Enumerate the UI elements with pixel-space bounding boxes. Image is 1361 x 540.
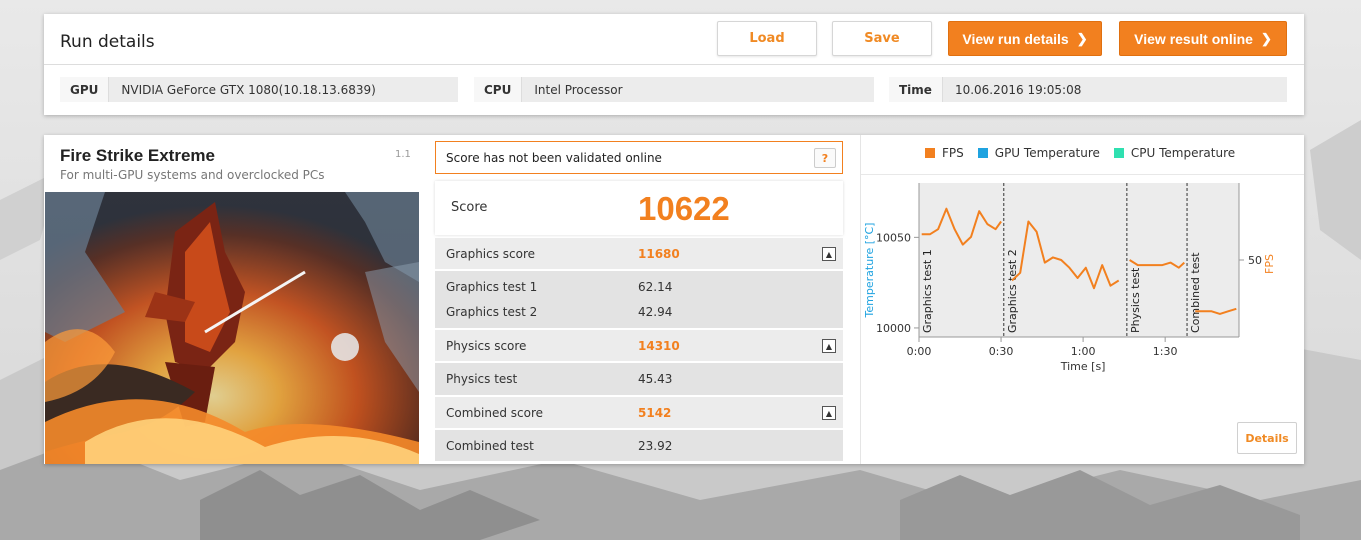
benchmark-version: 1.1 [395, 149, 411, 160]
monitoring-chart: 0:00 0:30 1:00 1:30 10050 10000 50 Time [s] Temp… [863, 183, 1276, 373]
legend-fps[interactable]: FPS [925, 146, 964, 160]
legend-swatch-gpu [977, 148, 988, 158]
x-tick-label: 0:30 [989, 345, 1014, 358]
legend-swatch-fps [925, 148, 935, 158]
gpu-value: NVIDIA GeForce GTX 1080(10.18.13.6839) [121, 82, 376, 97]
time-label: Time [889, 77, 943, 102]
gpu-info: GPU NVIDIA GeForce GTX 1080(10.18.13.683… [60, 77, 458, 102]
segment-label: Graphics test 1 [921, 249, 934, 333]
help-button[interactable]: ? [814, 148, 836, 168]
legend-fps-label: FPS [942, 146, 964, 160]
segment-label: Physics test [1129, 267, 1142, 333]
chevron-right-icon: ❯ [1076, 30, 1088, 46]
collapse-icon[interactable]: ▲ [822, 406, 836, 420]
benchmark-title: Fire Strike Extreme [60, 146, 215, 165]
benchmark-artwork-image [45, 192, 419, 464]
validation-notice: Score has not been validated online ? [435, 141, 843, 174]
benchmark-panel: Fire Strike Extreme For multi-GPU system… [44, 135, 1304, 464]
x-tick-label: 1:30 [1153, 345, 1178, 358]
graphics-score-value: 11680 [638, 247, 680, 261]
graphics-tests: Graphics test 1 62.14 Graphics test 2 42… [435, 271, 843, 328]
time-value: 10.06.2016 19:05:08 [954, 82, 1082, 97]
physics-score-row[interactable]: Physics score 14310 ▲ [435, 330, 843, 361]
graphics-test-1-label: Graphics test 1 [446, 280, 538, 294]
monitoring-column: FPS GPU Temperature CPU Temperature 0:00… [860, 135, 1304, 464]
physics-test-value: 45.43 [638, 372, 673, 386]
total-score-box: Score 10622 [435, 181, 843, 235]
run-details-title: Run details [60, 32, 155, 52]
validation-text: Score has not been validated online [446, 150, 662, 165]
physics-tests: Physics test 45.43 [435, 363, 843, 395]
run-details-panel: Run details Load Save View run details ❯… [44, 14, 1304, 115]
y-axis-label: Temperature [°C] [863, 223, 876, 319]
x-axis-label: Time [s] [1060, 360, 1106, 373]
physics-score-label: Physics score [446, 339, 527, 353]
cpu-info: CPU Intel Processor [474, 77, 874, 102]
load-button[interactable]: Load [717, 21, 817, 56]
legend-cpu-temperature[interactable]: CPU Temperature [1113, 146, 1236, 160]
combined-test-label: Combined test [446, 439, 534, 453]
graphics-score-row[interactable]: Graphics score 11680 ▲ [435, 238, 843, 269]
legend-cpu-label: CPU Temperature [1130, 146, 1236, 160]
collapse-icon[interactable]: ▲ [822, 247, 836, 261]
collapse-icon[interactable]: ▲ [822, 339, 836, 353]
view-result-online-button[interactable]: View result online ❯ [1119, 21, 1287, 56]
chart-legend: FPS GPU Temperature CPU Temperature [925, 146, 1235, 160]
cpu-label: CPU [474, 77, 523, 102]
x-tick-label: 1:00 [1071, 345, 1096, 358]
details-button[interactable]: Details [1237, 422, 1297, 454]
segment-label: Combined test [1189, 252, 1202, 333]
cpu-value: Intel Processor [534, 82, 623, 97]
view-run-details-label: View run details [962, 30, 1069, 47]
y-tick-label: 10000 [876, 322, 911, 335]
graphics-test-2-label: Graphics test 2 [446, 305, 538, 319]
physics-test-label: Physics test [446, 372, 518, 386]
legend-swatch-cpu [1113, 148, 1124, 158]
segment-label: Graphics test 2 [1006, 249, 1019, 333]
view-result-online-label: View result online [1134, 30, 1253, 47]
score-value: 10622 [638, 190, 730, 227]
legend-gpu-temperature[interactable]: GPU Temperature [977, 146, 1100, 160]
benchmark-subtitle: For multi-GPU systems and overclocked PC… [60, 168, 325, 182]
y-tick-label: 10050 [876, 231, 911, 244]
score-label: Score [451, 200, 488, 215]
run-divider [44, 64, 1304, 65]
view-run-details-button[interactable]: View run details ❯ [948, 21, 1102, 56]
gpu-label: GPU [60, 77, 110, 102]
combined-tests: Combined test 23.92 [435, 430, 843, 461]
combined-score-label: Combined score [446, 406, 544, 420]
physics-score-value: 14310 [638, 339, 680, 353]
graphics-test-2-value: 42.94 [638, 305, 673, 319]
combined-test-value: 23.92 [638, 439, 673, 453]
y2-axis-label: FPS [1263, 254, 1276, 274]
x-tick-label: 0:00 [907, 345, 932, 358]
y2-tick-label: 50 [1248, 254, 1262, 267]
combined-score-row[interactable]: Combined score 5142 ▲ [435, 397, 843, 428]
save-button[interactable]: Save [832, 21, 932, 56]
combined-score-value: 5142 [638, 406, 672, 420]
graphics-test-1-value: 62.14 [638, 280, 673, 294]
chevron-right-icon: ❯ [1260, 30, 1272, 46]
legend-gpu-label: GPU Temperature [994, 146, 1100, 160]
time-info: Time 10.06.2016 19:05:08 [889, 77, 1287, 102]
graphics-score-label: Graphics score [446, 247, 536, 261]
